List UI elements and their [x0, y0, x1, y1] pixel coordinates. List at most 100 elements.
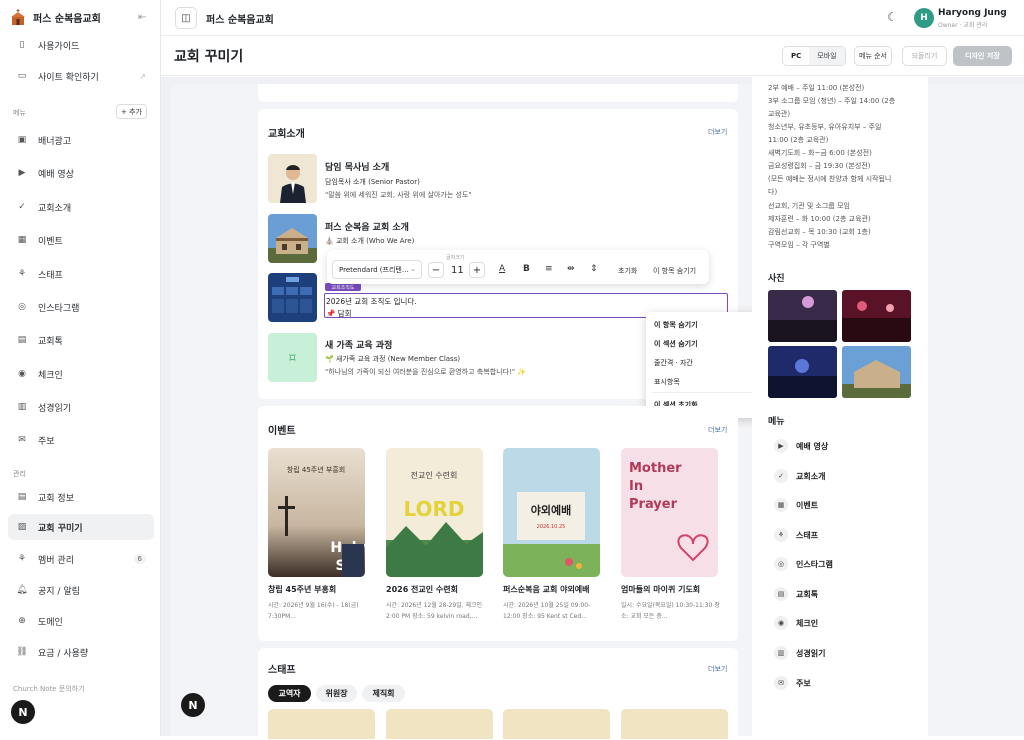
- staff-card[interactable]: [621, 709, 728, 739]
- sidebar-item-billing[interactable]: ⛓ 요금 / 사용량: [8, 639, 154, 665]
- page-title: 교회 꾸미기: [174, 49, 244, 65]
- event-title[interactable]: 창립 45주년 부흥회: [268, 584, 336, 595]
- schedule-line: 2부 예배 – 주일 11:00 (본성전): [768, 84, 865, 92]
- sidebar-item-banner[interactable]: ▣ 배너광고: [8, 127, 154, 153]
- view-mobile-button[interactable]: 모바일: [809, 47, 845, 65]
- staff-card[interactable]: [268, 709, 375, 739]
- staff-more-link[interactable]: 더보기: [708, 664, 727, 674]
- event-poster-1[interactable]: 창립 45주년 부흥회HolySpi: [268, 448, 365, 577]
- avatar[interactable]: H: [914, 8, 934, 28]
- hide-item-button[interactable]: 이 항목 숨기기: [653, 266, 696, 276]
- font-size-value[interactable]: 11: [451, 265, 464, 276]
- menu-order-button[interactable]: 메뉴 순서: [854, 46, 892, 66]
- sidebar-item-bulletin[interactable]: ✉ 주보: [8, 427, 154, 453]
- font-size-increase-button[interactable]: +: [469, 262, 485, 278]
- tab-committee-chairs[interactable]: 위원장: [316, 685, 357, 702]
- right-menu-bulletin[interactable]: ✉ 주보: [774, 676, 811, 690]
- sidebar-item-intro[interactable]: ✓ 교회소개: [8, 194, 154, 220]
- selected-line-2[interactable]: 📌 담회: [326, 308, 352, 319]
- photo-2[interactable]: [842, 290, 911, 342]
- text-color-icon[interactable]: A: [499, 264, 505, 274]
- photo-4[interactable]: [842, 346, 911, 398]
- sidebar-collapse-icon[interactable]: ⇤: [138, 12, 146, 23]
- font-select[interactable]: Pretendard (프리텐… ⌄: [332, 260, 422, 279]
- outdoor-worship-poster-image: 야외예배 2026.10.25: [503, 448, 600, 577]
- right-menu-events[interactable]: ▦ 이벤트: [774, 498, 818, 512]
- menu-item-label: 이벤트: [796, 500, 819, 510]
- view-pc-button[interactable]: PC: [783, 47, 810, 65]
- instagram-icon: ◎: [18, 302, 26, 312]
- right-menu-bible[interactable]: ▥ 성경읽기: [774, 646, 825, 660]
- photo-1[interactable]: [768, 290, 837, 342]
- new-member-thumb[interactable]: ⌑: [268, 333, 317, 382]
- sidebar-item-domain[interactable]: ⊕ 도메인: [8, 608, 154, 634]
- org-chart-thumb[interactable]: [268, 273, 317, 322]
- schedule-line: 새벽기도회 – 화~금 6:00 (본성전): [768, 149, 872, 157]
- selected-block-tag: 교회조직도: [325, 283, 361, 291]
- sidebar-item-view-site[interactable]: ▭ 사이트 확인하기 ↗: [8, 63, 154, 89]
- events-more-link[interactable]: 더보기: [708, 425, 727, 435]
- bold-icon[interactable]: B: [523, 264, 530, 274]
- sidebar-item-instagram[interactable]: ◎ 인스타그램: [8, 294, 154, 320]
- sidebar-item-label: 공지 / 알림: [38, 586, 80, 597]
- image-icon: ▨: [17, 522, 27, 532]
- sidebar-item-staff[interactable]: ⚘ 스태프: [8, 261, 154, 287]
- sidebar-item-bible[interactable]: ▥ 성경읽기: [8, 394, 154, 420]
- calendar-icon: ▦: [17, 235, 27, 245]
- sidebar-item-church-info[interactable]: ▤ 교회 정보: [8, 484, 154, 510]
- preview-n-badge-button[interactable]: N: [181, 693, 205, 717]
- event-title[interactable]: 퍼스순복음 교회 야외예배: [503, 584, 590, 595]
- chevron-down-icon[interactable]: ⌄: [1000, 11, 1007, 20]
- intro-more-link[interactable]: 더보기: [708, 127, 727, 137]
- sidebar-toggle-icon[interactable]: ◫: [175, 7, 197, 29]
- revert-button[interactable]: 되돌리기: [902, 46, 947, 66]
- align-icon[interactable]: ≡: [545, 264, 553, 274]
- font-size-decrease-button[interactable]: −: [428, 262, 444, 278]
- line-height-icon[interactable]: ⇕: [590, 264, 598, 274]
- tab-pastors[interactable]: 교역자: [268, 685, 311, 702]
- reset-style-button[interactable]: 초기화: [618, 266, 637, 276]
- right-menu-intro[interactable]: ✓ 교회소개: [774, 469, 825, 483]
- save-design-button[interactable]: 디자인 저장: [953, 46, 1012, 66]
- tab-deacons[interactable]: 제직회: [362, 685, 405, 702]
- sidebar-item-checkin[interactable]: ◉ 체크인: [8, 361, 154, 387]
- right-menu-worship-video[interactable]: ▶ 예배 영상: [774, 439, 828, 453]
- sidebar-item-worship-video[interactable]: ▶ 예배 영상: [8, 160, 154, 186]
- sidebar-item-label: 멤버 관리: [38, 555, 74, 566]
- event-title[interactable]: 2026 전교인 수련회: [386, 584, 458, 595]
- user-name[interactable]: Haryong Jung: [938, 8, 1007, 18]
- right-menu-instagram[interactable]: ◎ 인스타그램: [774, 557, 833, 571]
- ctx-hide-item[interactable]: 이 항목 숨기기: [654, 320, 698, 330]
- brand[interactable]: 퍼스 순복음교회: [9, 9, 101, 25]
- event-poster-3[interactable]: 야외예배 2026.10.25: [503, 448, 600, 577]
- staff-card[interactable]: [386, 709, 493, 739]
- n-badge-button[interactable]: N: [11, 700, 35, 724]
- intro-row-sub: 🌱 새가족 교육 과정 (New Member Class): [325, 355, 461, 363]
- contact-link[interactable]: Church Note 문의하기: [13, 684, 85, 694]
- pastor-photo[interactable]: [268, 154, 317, 203]
- right-menu-church-talk[interactable]: ▤ 교회톡: [774, 587, 818, 601]
- selected-line-1[interactable]: 2026년 교회 조직도 입니다.: [326, 296, 417, 307]
- sidebar-item-events[interactable]: ▦ 이벤트: [8, 227, 154, 253]
- ctx-line-spacing[interactable]: 줄간격 · 자간: [654, 358, 693, 368]
- staff-card[interactable]: [503, 709, 610, 739]
- ctx-display-items[interactable]: 표시항목: [654, 377, 680, 387]
- sidebar-item-members[interactable]: ⚘ 멤버 관리 6: [8, 546, 154, 572]
- right-menu-checkin[interactable]: ◉ 체크인: [774, 616, 818, 630]
- dark-mode-icon[interactable]: ☾: [887, 10, 898, 24]
- sidebar-item-design[interactable]: ▨ 교회 꾸미기: [8, 514, 154, 540]
- photo-3[interactable]: [768, 346, 837, 398]
- ctx-hide-section[interactable]: 이 섹션 숨기기: [654, 339, 698, 349]
- event-poster-4[interactable]: Mother In Prayer: [621, 448, 718, 577]
- add-menu-button[interactable]: + 추가: [116, 104, 147, 119]
- mail-icon: ✉: [18, 435, 26, 445]
- event-poster-2[interactable]: 전교인 수련회 LORD: [386, 448, 483, 577]
- letter-spacing-icon[interactable]: ⇹: [567, 264, 575, 274]
- church-photo[interactable]: [268, 214, 317, 263]
- sidebar-item-guide[interactable]: ▯ 사용가이드: [8, 32, 154, 58]
- event-title[interactable]: 엄마들의 마이퀴 기도회: [621, 584, 700, 595]
- right-menu-staff[interactable]: ⚘ 스태프: [774, 528, 818, 542]
- sidebar-item-notice[interactable]: 🔔︎ 공지 / 알림: [8, 577, 154, 603]
- sidebar-item-church-talk[interactable]: ▤ 교회톡: [8, 327, 154, 353]
- sidebar-item-label: 예배 영상: [38, 169, 74, 180]
